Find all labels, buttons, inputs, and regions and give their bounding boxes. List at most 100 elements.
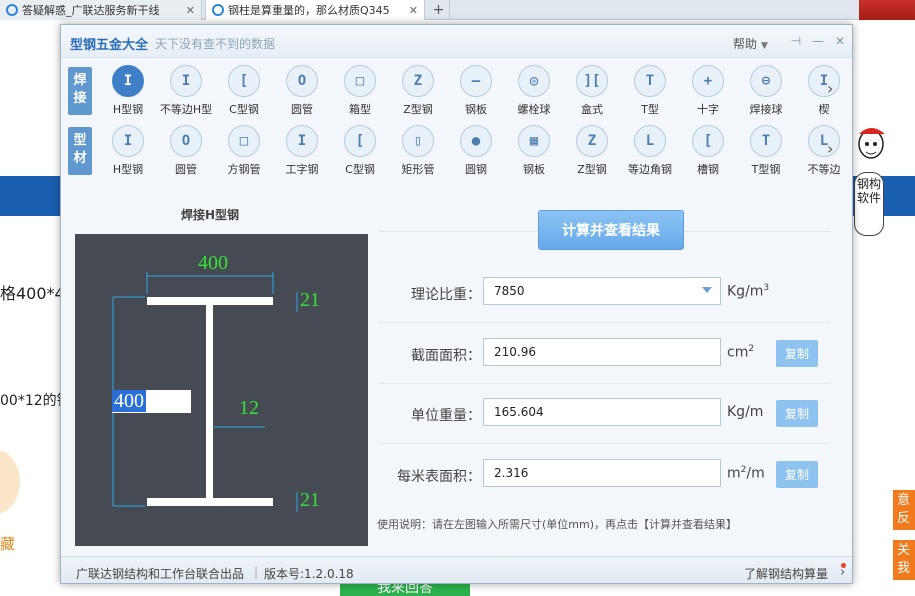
- dim-width[interactable]: 400: [198, 252, 228, 275]
- drawing-title: 焊接H型钢: [181, 208, 240, 222]
- feedback-button[interactable]: 意反: [893, 490, 915, 530]
- help-menu[interactable]: 帮助 ▼: [733, 35, 768, 52]
- profile-item[interactable]: ▯ 矩形管: [389, 125, 447, 177]
- weight-value: 165.604: [494, 405, 544, 419]
- density-select[interactable]: 7850: [483, 277, 721, 305]
- section-shape-icon: I: [808, 65, 840, 97]
- help-label: 帮助: [733, 37, 758, 51]
- section-shape-icon: ◎: [518, 65, 550, 97]
- welded-item[interactable]: Z Z型钢: [389, 65, 447, 117]
- copy-area-button[interactable]: 复制: [776, 340, 818, 367]
- profile-item-label: T型钢: [751, 163, 781, 176]
- welded-item[interactable]: ][ 盒式: [563, 65, 621, 117]
- chevron-right-icon: ›: [840, 565, 846, 580]
- learn-more-link[interactable]: 了解钢结构算量 ›: [744, 563, 846, 582]
- profile-item[interactable]: Z Z型钢: [563, 125, 621, 177]
- profile-item[interactable]: ● 圆钢: [447, 125, 505, 177]
- dim-web[interactable]: 12: [239, 397, 259, 420]
- profile-item[interactable]: O 圆管: [157, 125, 215, 177]
- category-row-welded: 焊接 I H型钢 I 不等边H型 [C型钢 O 圆管 □ 箱型 Z Z型钢 — 钢板 ◎ 螺栓球][盒式 T T…: [61, 59, 852, 117]
- section-shape-icon: T: [750, 125, 782, 157]
- copy-weight-button[interactable]: 复制: [776, 400, 818, 427]
- section-shape-icon: Z: [576, 125, 608, 157]
- profile-item[interactable]: ▦ 钢板: [505, 125, 563, 177]
- profile-item-label: 钢板: [523, 163, 545, 176]
- welded-item[interactable]: O 圆管: [273, 65, 331, 117]
- window-titlebar: 型钢五金大全 天下没有查不到的数据 帮助 ▼ ⊣ — ✕: [61, 25, 852, 58]
- follow-button[interactable]: 关我: [893, 540, 915, 580]
- section-shape-icon: +: [692, 65, 724, 97]
- area-unit: cm2: [727, 344, 755, 361]
- weight-field[interactable]: 165.604: [483, 398, 721, 426]
- section-shape-icon: L: [808, 125, 840, 157]
- welded-item[interactable]: — 钢板: [447, 65, 505, 117]
- profile-item[interactable]: L 等边角钢: [621, 125, 679, 177]
- favorite-link[interactable]: 藏: [0, 533, 15, 554]
- profile-item-label: Z型钢: [577, 163, 607, 176]
- weight-unit: Kg/m: [727, 404, 764, 420]
- profile-item[interactable]: □ 方钢管: [215, 125, 273, 177]
- section-shape-icon: Z: [402, 65, 434, 97]
- welded-item[interactable]: □ 箱型: [331, 65, 389, 117]
- section-shape-icon: ][: [576, 65, 608, 97]
- new-tab-button[interactable]: +: [428, 0, 450, 20]
- section-shape-icon: [: [692, 125, 724, 157]
- surface-field[interactable]: 2.316: [483, 459, 721, 487]
- dim-top-flange[interactable]: 21: [300, 289, 320, 312]
- app-subtitle: 天下没有查不到的数据: [155, 37, 276, 51]
- page-avatar: [0, 450, 20, 514]
- profile-item[interactable]: I H型钢: [99, 125, 157, 177]
- section-shape-icon: [: [344, 125, 376, 157]
- tab-close-icon[interactable]: ✕: [186, 4, 195, 17]
- profile-item[interactable]: L 不等边: [795, 125, 853, 177]
- profile-item[interactable]: T T型钢: [737, 125, 795, 177]
- weight-row: 单位重量： 165.604 Kg/m 复制: [377, 384, 831, 444]
- welded-item[interactable]: I 不等边H型: [157, 65, 215, 117]
- section-shape-icon: —: [460, 65, 492, 97]
- dim-height-input[interactable]: 400: [112, 390, 191, 413]
- browser-icon: [212, 4, 224, 16]
- area-row: 截面面积： 210.96 cm2 复制: [377, 324, 831, 384]
- welded-item[interactable]: ⊖ 焊接球: [737, 65, 795, 117]
- minimize-icon[interactable]: —: [811, 34, 825, 48]
- copy-surface-button[interactable]: 复制: [776, 461, 818, 488]
- section-shape-icon: O: [286, 65, 318, 97]
- welded-item[interactable]: ◎ 螺栓球: [505, 65, 563, 117]
- credit-text: 广联达钢结构和工作台联合出品: [76, 567, 245, 581]
- welded-item[interactable]: + 十字: [679, 65, 737, 117]
- scroll-right-arrow[interactable]: ›: [827, 139, 833, 158]
- dim-bottom-flange[interactable]: 21: [300, 489, 320, 512]
- calculate-button[interactable]: 计算并查看结果: [538, 210, 684, 250]
- scroll-right-arrow[interactable]: ›: [827, 79, 833, 98]
- welded-item-label: 盒式: [581, 103, 603, 116]
- close-icon[interactable]: ✕: [833, 34, 847, 48]
- profile-item-label: 工字钢: [285, 163, 319, 176]
- browser-tab-active[interactable]: 钢柱是算重量的，那么材质Q345 ✕: [205, 0, 425, 20]
- chevron-down-icon: ▼: [761, 41, 768, 51]
- welded-item-label: 不等边H型: [159, 103, 213, 116]
- section-shape-icon: T: [634, 65, 666, 97]
- browser-tab[interactable]: 答疑解惑_广联达服务新干线 ✕: [0, 0, 202, 20]
- welded-item[interactable]: T T型: [621, 65, 679, 117]
- surface-unit: m2/m: [727, 465, 765, 482]
- profile-item[interactable]: [C型钢: [331, 125, 389, 177]
- profile-item[interactable]: I 工字钢: [273, 125, 331, 177]
- welded-item[interactable]: I楔: [795, 65, 853, 117]
- browser-tab-bar: 答疑解惑_广联达服务新干线 ✕ 钢柱是算重量的，那么材质Q345 ✕ +: [0, 0, 915, 20]
- version-text: 版本号:1.2.0.18: [264, 567, 354, 581]
- welded-item-label: 箱型: [349, 103, 371, 116]
- divider: |: [254, 565, 259, 579]
- area-field[interactable]: 210.96: [483, 338, 721, 366]
- pin-icon[interactable]: ⊣: [789, 34, 803, 48]
- profile-item-label: 等边角钢: [628, 163, 672, 176]
- category-row-profile: 型材 I H型钢 O 圆管 □ 方钢管 I 工字钢 [C型钢 ▯ 矩形管 ● 圆钢 ▦ 钢板 Z Z型钢 L 等边角…: [61, 119, 852, 177]
- welded-item[interactable]: I H型钢: [99, 65, 157, 117]
- welded-item-label: C型钢: [229, 103, 259, 116]
- tab-close-icon[interactable]: ✕: [409, 4, 418, 17]
- profile-item[interactable]: [槽钢: [679, 125, 737, 177]
- category-label-profile: 型材: [68, 127, 92, 175]
- section-shape-icon: ▯: [402, 125, 434, 157]
- welded-item[interactable]: [C型钢: [215, 65, 273, 117]
- section-drawing: 400 21 400 12 21: [75, 234, 368, 546]
- welded-item-label: T型: [641, 103, 659, 116]
